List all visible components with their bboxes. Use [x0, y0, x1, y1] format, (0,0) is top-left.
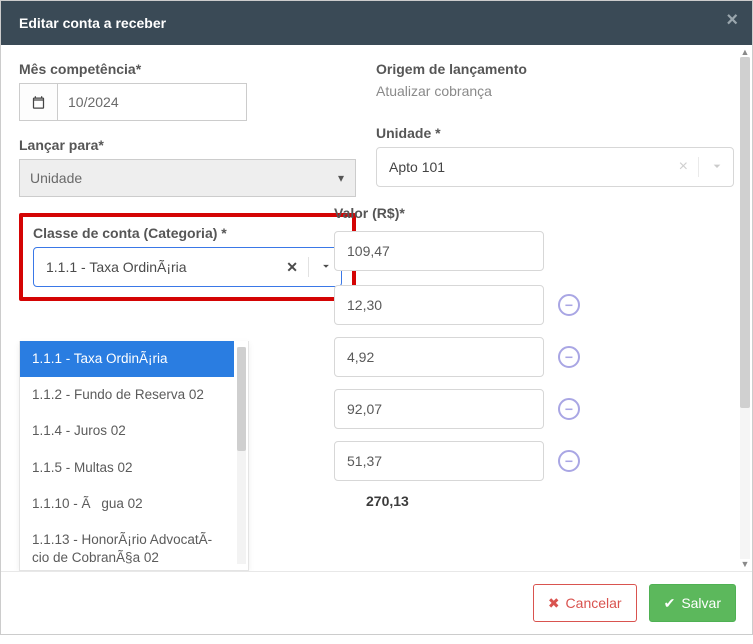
- categoria-label: Classe de conta (Categoria) *: [33, 225, 342, 241]
- check-icon: ✔: [664, 595, 676, 612]
- modal-footer: ✖ Cancelar ✔ Salvar: [1, 571, 752, 634]
- dropdown-option[interactable]: 1.1.10 - Ãgua 02: [20, 486, 234, 522]
- categoria-highlight: Classe de conta (Categoria) * 1.1.1 - Ta…: [19, 213, 356, 301]
- modal-scrollbar[interactable]: ▲ ▼: [740, 57, 750, 559]
- close-icon[interactable]: ×: [726, 9, 738, 32]
- clear-icon[interactable]: ✕: [280, 259, 304, 276]
- edit-receivable-modal: Editar conta a receber × Mês competência…: [0, 0, 753, 635]
- dropdown-scrollbar[interactable]: [237, 347, 246, 564]
- remove-icon[interactable]: −: [558, 294, 580, 316]
- clear-icon[interactable]: ×: [679, 158, 698, 176]
- modal-title: Editar conta a receber: [19, 15, 166, 31]
- unidade-label: Unidade *: [376, 125, 734, 141]
- dropdown-option[interactable]: 1.1.5 - Multas 02: [20, 450, 234, 486]
- origem-label: Origem de lançamento: [376, 61, 734, 77]
- unidade-value: Apto 101: [389, 159, 445, 175]
- mes-competencia-label: Mês competência*: [19, 61, 356, 77]
- dropdown-option[interactable]: 1.1.4 - Juros 02: [20, 413, 234, 449]
- scrollbar-thumb[interactable]: [237, 347, 246, 451]
- remove-icon[interactable]: −: [558, 398, 580, 420]
- mes-competencia-input[interactable]: [57, 83, 247, 121]
- valor-input-4[interactable]: [334, 441, 544, 481]
- categoria-select[interactable]: 1.1.1 - Taxa OrdinÃ¡ria ✕: [33, 247, 342, 287]
- lancar-para-label: Lançar para*: [19, 137, 356, 153]
- chevron-down-icon[interactable]: [319, 259, 333, 276]
- unidade-select[interactable]: Apto 101 ×: [376, 147, 734, 187]
- dropdown-option[interactable]: 1.1.13 - HonorÃ¡rio AdvocatÃ­cio de Cobr…: [20, 522, 234, 571]
- total-value: 270,13: [366, 493, 734, 509]
- save-button[interactable]: ✔ Salvar: [649, 584, 736, 622]
- scrollbar-thumb[interactable]: [740, 57, 750, 408]
- separator: [308, 257, 309, 277]
- cancel-button[interactable]: ✖ Cancelar: [533, 584, 637, 622]
- categoria-value: 1.1.1 - Taxa OrdinÃ¡ria: [46, 259, 187, 275]
- calendar-icon[interactable]: [19, 83, 57, 121]
- valor-input-2[interactable]: [334, 337, 544, 377]
- close-icon: ✖: [548, 595, 560, 612]
- remove-icon[interactable]: −: [558, 346, 580, 368]
- modal-body: Mês competência* Lançar para* Unidade ▾: [1, 45, 752, 571]
- valor-input-3[interactable]: [334, 389, 544, 429]
- remove-icon[interactable]: −: [558, 450, 580, 472]
- categoria-dropdown[interactable]: 1.1.1 - Taxa OrdinÃ¡ria 1.1.2 - Fundo de…: [19, 341, 249, 571]
- origem-value: Atualizar cobrança: [376, 83, 734, 99]
- valor-label: Valor (R$)*: [334, 205, 734, 221]
- scroll-up-icon[interactable]: ▲: [740, 47, 750, 57]
- chevron-down-icon[interactable]: [709, 158, 725, 177]
- dropdown-option[interactable]: 1.1.2 - Fundo de Reserva 02: [20, 377, 234, 413]
- scroll-down-icon[interactable]: ▼: [740, 559, 750, 569]
- valor-input-0[interactable]: [334, 231, 544, 271]
- separator: [698, 157, 699, 177]
- modal-header: Editar conta a receber ×: [1, 1, 752, 45]
- dropdown-option[interactable]: 1.1.1 - Taxa OrdinÃ¡ria: [20, 341, 234, 377]
- lancar-para-select[interactable]: Unidade: [19, 159, 356, 197]
- valor-input-1[interactable]: [334, 285, 544, 325]
